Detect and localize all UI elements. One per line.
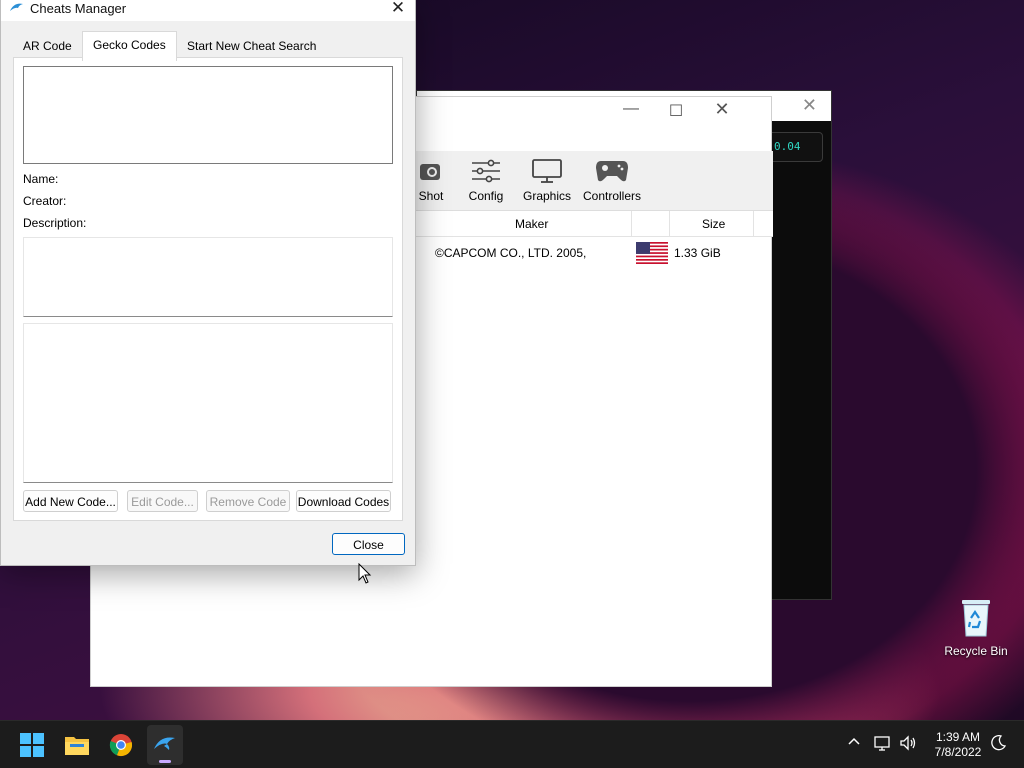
- config-button[interactable]: Config: [464, 157, 508, 203]
- recycle-bin-icon: [959, 596, 993, 638]
- file-explorer-icon[interactable]: [62, 730, 92, 760]
- controllers-button[interactable]: Controllers: [581, 157, 643, 203]
- recycle-bin-label: Recycle Bin: [944, 644, 1008, 658]
- sliders-icon: [464, 157, 508, 185]
- recycle-bin-desktop-icon[interactable]: Recycle Bin: [940, 596, 1012, 658]
- creator-label: Creator:: [23, 194, 67, 208]
- description-label: Description:: [23, 216, 87, 230]
- console-close-icon[interactable]: ✕: [802, 95, 817, 116]
- dolphin-taskbar-button[interactable]: [147, 725, 183, 765]
- gecko-code-list[interactable]: [23, 66, 393, 164]
- screenshot-button[interactable]: Shot: [413, 157, 449, 203]
- mouse-cursor-icon: [358, 562, 372, 588]
- close-icon[interactable]: ✕: [707, 99, 737, 120]
- controllers-label: Controllers: [582, 189, 642, 203]
- screenshot-label: Shot: [418, 189, 444, 203]
- maximize-icon[interactable]: ☐: [661, 101, 691, 121]
- minimize-icon[interactable]: —: [616, 100, 646, 118]
- focus-moon-icon[interactable]: [990, 735, 1007, 754]
- camera-icon: [413, 157, 449, 185]
- column-separator: [631, 211, 632, 237]
- column-separator: [669, 211, 670, 237]
- column-size[interactable]: Size: [702, 217, 725, 231]
- chevron-up-icon[interactable]: [848, 735, 860, 751]
- us-flag-icon: [636, 242, 668, 264]
- windows-start-icon[interactable]: [17, 730, 47, 760]
- dialog-close-icon[interactable]: ✕: [389, 0, 407, 18]
- game-maker: ©CAPCOM CO., LTD. 2005,: [435, 246, 587, 260]
- dolphin-icon: [153, 734, 177, 755]
- close-button[interactable]: Close: [332, 533, 405, 555]
- graphics-label: Graphics: [522, 189, 572, 203]
- taskbar-clock[interactable]: 1:39 AM 7/8/2022: [928, 730, 988, 760]
- chrome-icon[interactable]: [106, 730, 136, 760]
- dolphin-app-icon: [9, 1, 25, 16]
- column-maker[interactable]: Maker: [515, 217, 548, 231]
- cheats-manager-dialog: Cheats Manager ✕ AR Code Gecko Codes Sta…: [0, 0, 416, 566]
- game-size: 1.33 GiB: [674, 246, 721, 260]
- description-box[interactable]: [23, 237, 393, 317]
- volume-icon[interactable]: [899, 735, 917, 754]
- window-controls: — ☐ ✕: [623, 97, 771, 127]
- code-text-box[interactable]: [23, 323, 393, 483]
- remove-code-button[interactable]: Remove Code: [206, 490, 290, 512]
- name-label: Name:: [23, 172, 59, 186]
- tab-ar-code[interactable]: AR Code: [13, 33, 82, 59]
- tab-gecko-codes[interactable]: Gecko Codes: [82, 31, 177, 61]
- add-new-code-button[interactable]: Add New Code...: [23, 490, 118, 512]
- network-icon[interactable]: [874, 735, 892, 754]
- tab-start-new-cheat-search[interactable]: Start New Cheat Search: [177, 33, 326, 59]
- monitor-icon: [521, 157, 573, 185]
- taskbar: 1:39 AM 7/8/2022: [0, 720, 1024, 768]
- download-codes-button[interactable]: Download Codes: [296, 490, 391, 512]
- clock-time: 1:39 AM: [935, 730, 981, 744]
- gamepad-icon: [581, 157, 643, 185]
- column-separator: [753, 211, 754, 237]
- graphics-button[interactable]: Graphics: [521, 157, 573, 203]
- edit-code-button[interactable]: Edit Code...: [127, 490, 198, 512]
- config-label: Config: [468, 189, 504, 203]
- cheats-titlebar: Cheats Manager ✕: [1, 0, 415, 21]
- fps-readout: 0.04: [767, 132, 823, 162]
- active-indicator: [159, 760, 171, 763]
- dialog-title: Cheats Manager: [30, 1, 127, 16]
- clock-date: 7/8/2022: [934, 745, 982, 759]
